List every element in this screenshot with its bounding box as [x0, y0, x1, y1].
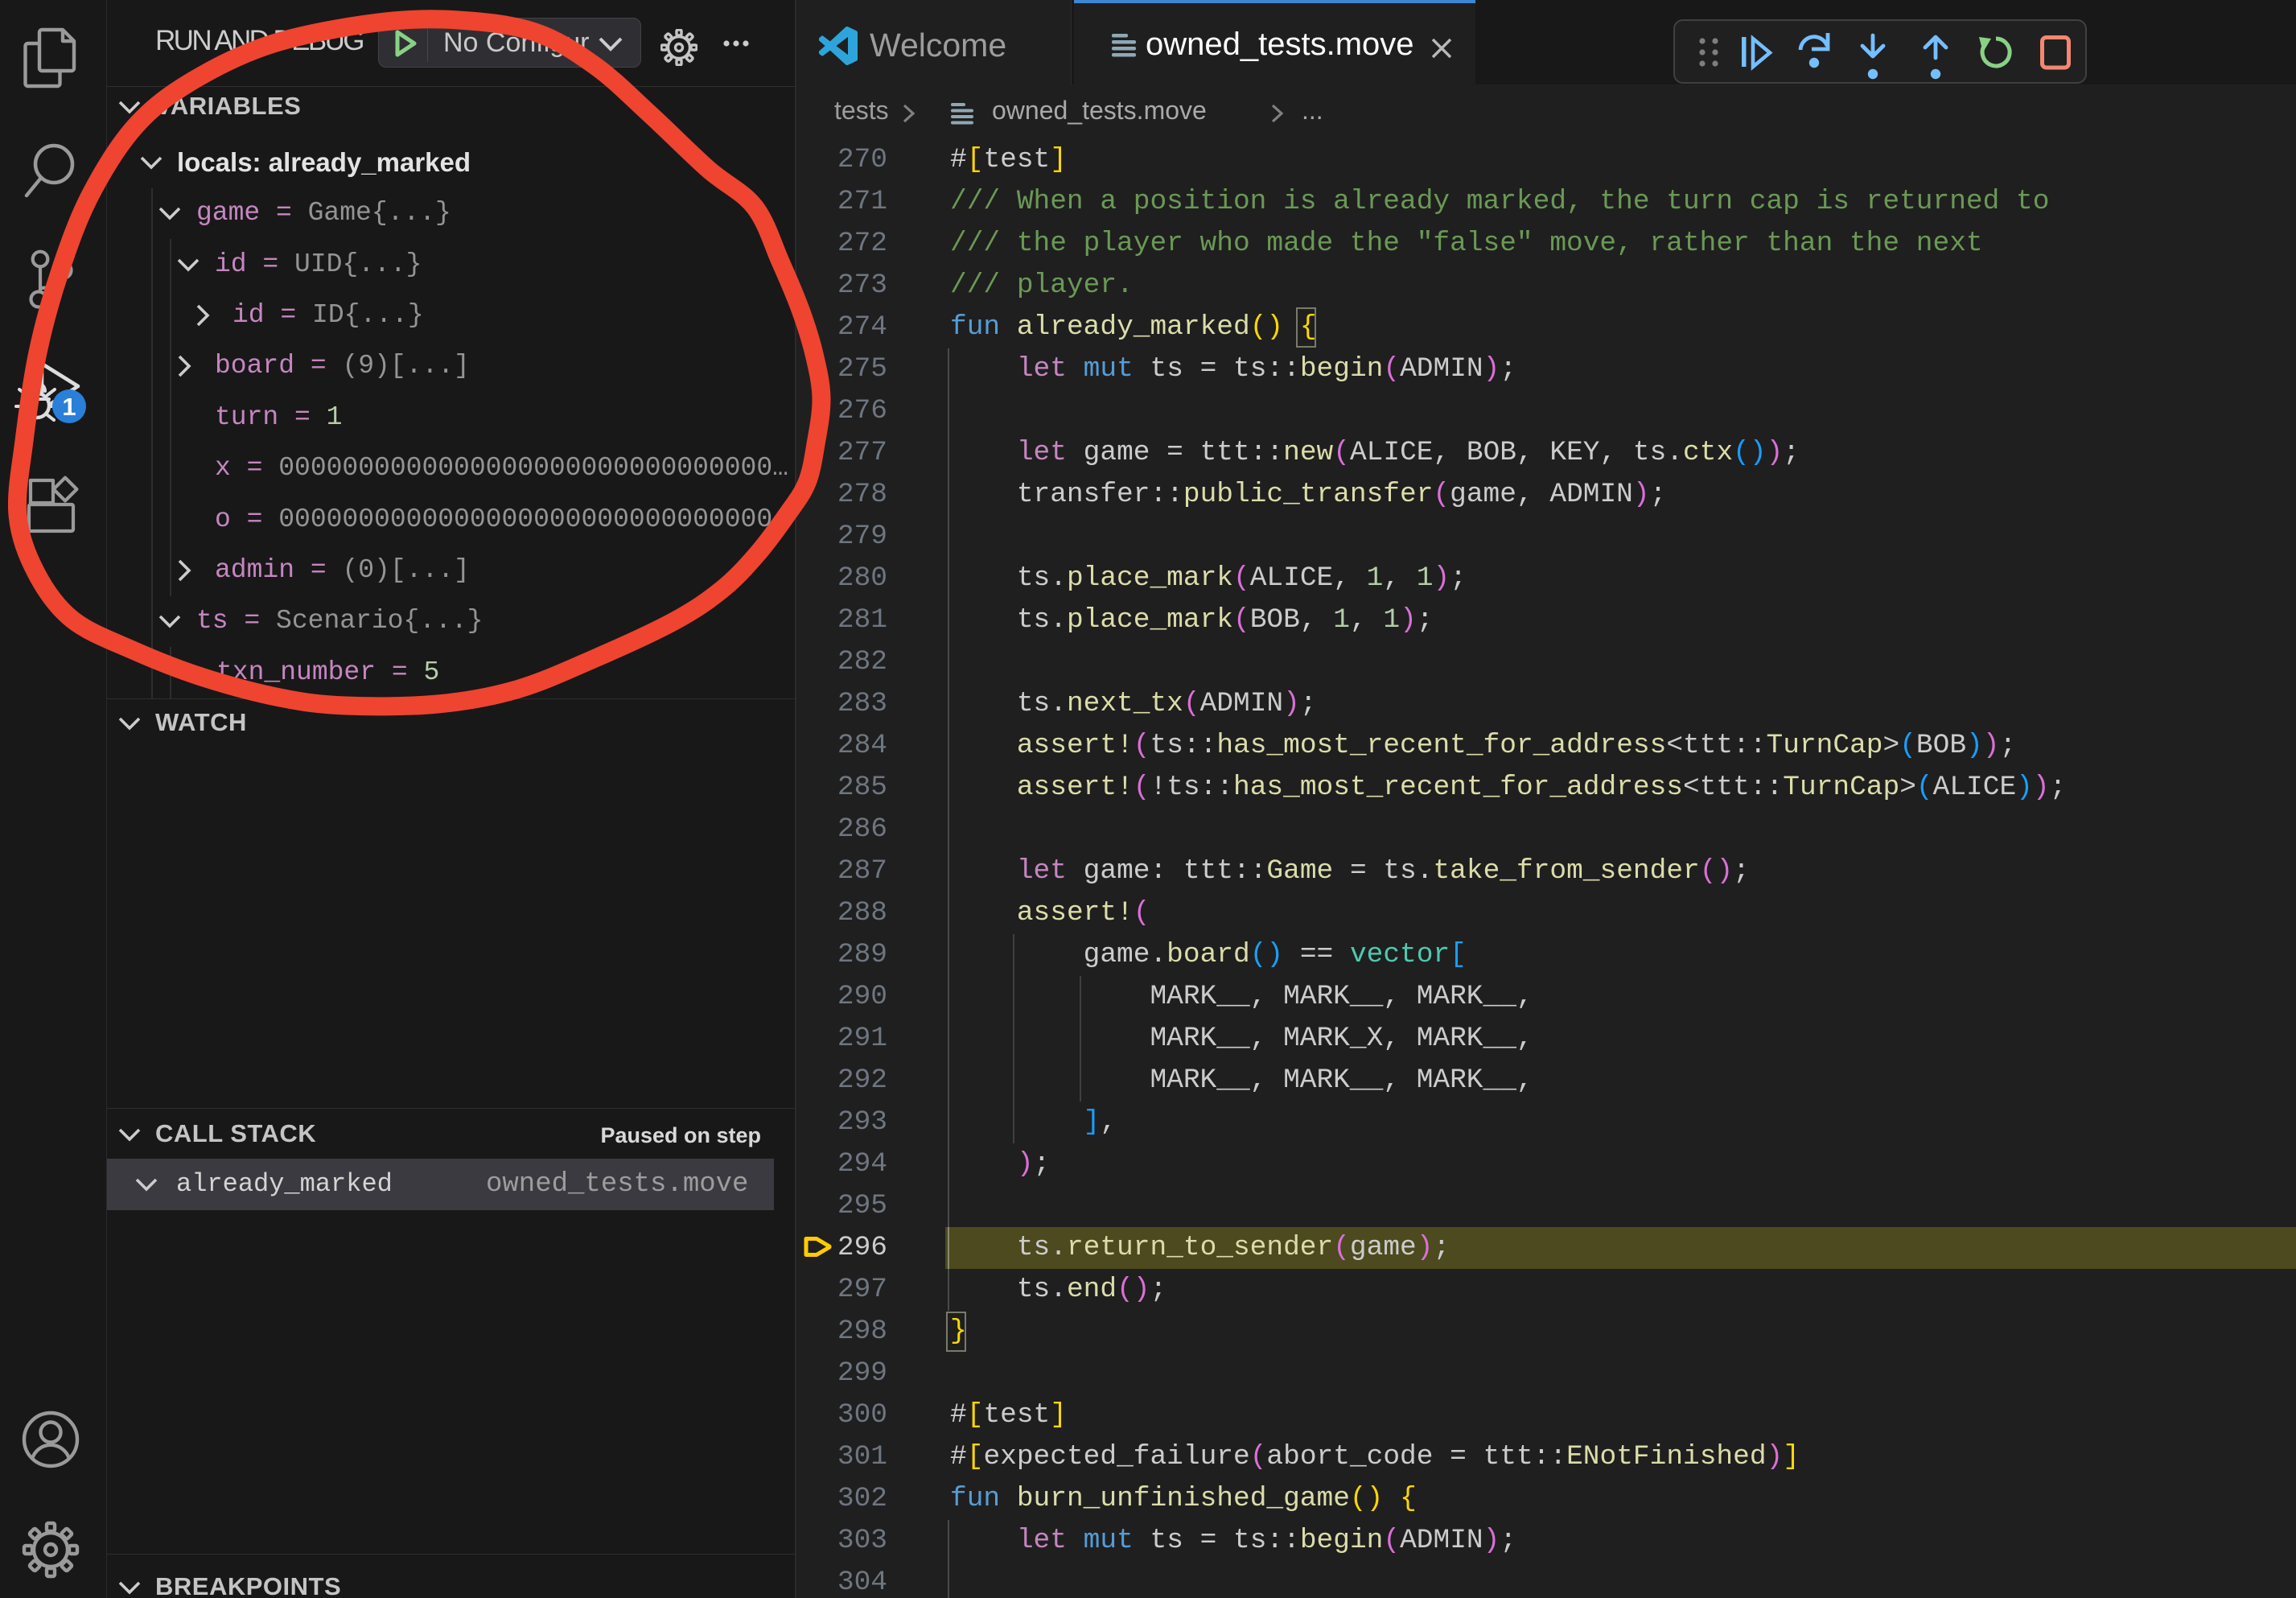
- svg-text:1: 1: [62, 393, 76, 421]
